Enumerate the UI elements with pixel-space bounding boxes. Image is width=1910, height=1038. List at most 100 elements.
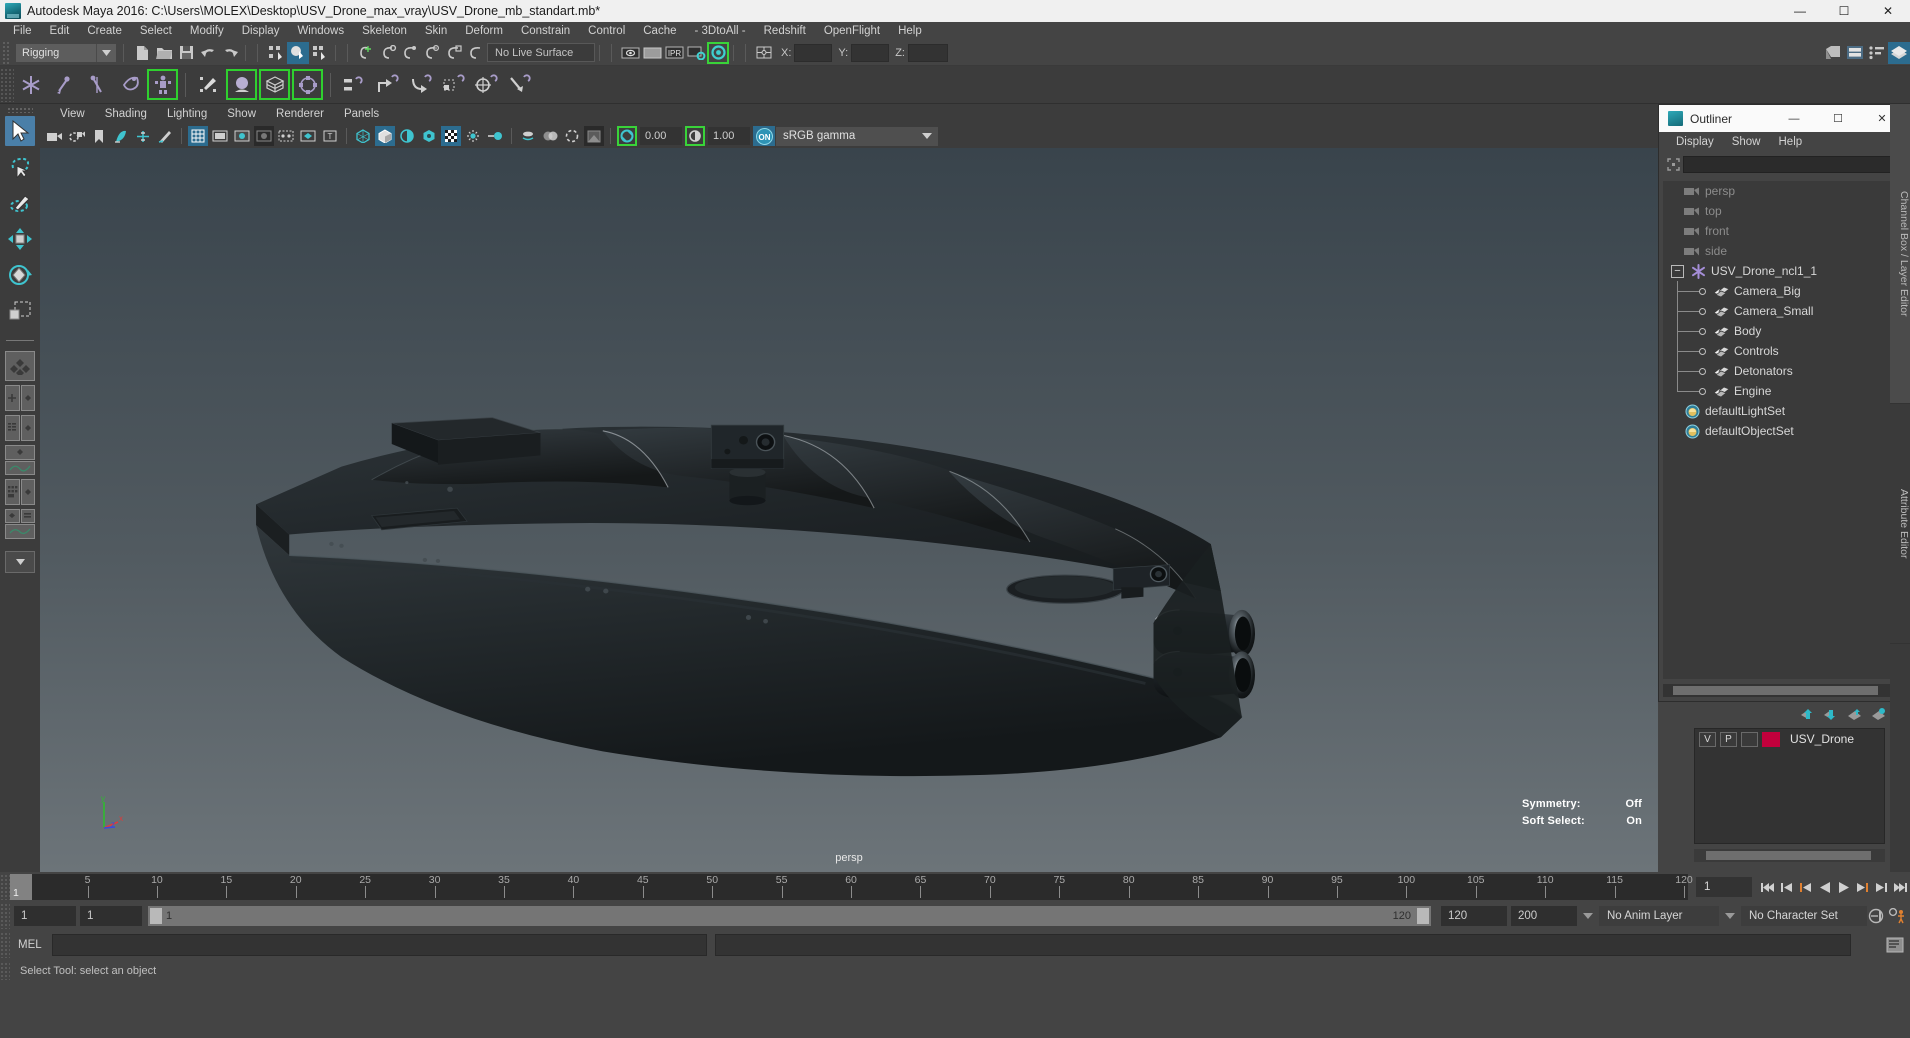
outliner-minimize-button[interactable]: —: [1772, 105, 1816, 132]
scale-tool[interactable]: [5, 296, 35, 326]
layer-hscroll-thumb[interactable]: [1706, 851, 1871, 860]
select-by-object-icon[interactable]: [287, 41, 309, 64]
viewport-3d[interactable]: y x z Symmetry: Off Soft Select: On pers…: [40, 148, 1658, 872]
rotate-tool[interactable]: [5, 260, 35, 290]
outliner-item-camera-small[interactable]: Camera_Small: [1663, 301, 1890, 321]
menu-file[interactable]: File: [4, 22, 41, 40]
go-to-end-icon[interactable]: [1891, 876, 1910, 898]
persp-graph-hypergraph-layout[interactable]: [5, 509, 35, 539]
tree-node-dot[interactable]: [1699, 387, 1706, 395]
outliner-menu-help[interactable]: Help: [1770, 136, 1812, 148]
anim-start-input[interactable]: 1: [80, 906, 142, 926]
command-language-label[interactable]: MEL: [10, 939, 52, 951]
menu-cache[interactable]: Cache: [634, 22, 685, 40]
exposure-icon[interactable]: [617, 126, 637, 146]
shadows-icon[interactable]: [441, 126, 461, 146]
anim-layer-dropdown-arrow[interactable]: [1577, 906, 1599, 926]
aim-constraint-icon[interactable]: [470, 69, 501, 100]
command-line-grip[interactable]: [0, 932, 10, 958]
tree-node-dot[interactable]: [1699, 347, 1706, 355]
render-view-icon[interactable]: [619, 42, 641, 64]
attribute-editor-toggle-icon[interactable]: [1866, 42, 1888, 64]
outliner-item-body[interactable]: Body: [1663, 321, 1890, 341]
outliner-item-detonators[interactable]: Detonators: [1663, 361, 1890, 381]
menu-skeleton[interactable]: Skeleton: [353, 22, 416, 40]
depth-of-field-icon[interactable]: [540, 126, 560, 146]
outliner-item-top[interactable]: top: [1663, 201, 1890, 221]
undo-icon[interactable]: [197, 42, 219, 64]
viewport-menu-lighting[interactable]: Lighting: [157, 108, 217, 120]
tool-settings-icon[interactable]: [1888, 41, 1910, 64]
lasso-select-tool[interactable]: [5, 152, 35, 182]
layer-list[interactable]: V P USV_Drone: [1694, 728, 1885, 844]
menuset-dropdown-arrow[interactable]: [96, 43, 116, 62]
view-transform-select[interactable]: sRGB gamma: [776, 126, 916, 146]
two-d-pan-zoom-icon[interactable]: [133, 126, 153, 146]
four-view-layout[interactable]: [5, 385, 35, 411]
exposure-input[interactable]: 0.00: [640, 127, 682, 145]
layout-quad-1[interactable]: [5, 385, 20, 411]
motion-blur-icon[interactable]: [485, 126, 505, 146]
ipr-render-icon[interactable]: IPR: [663, 42, 685, 64]
single-perspective-layout[interactable]: [5, 351, 35, 381]
snap-to-point-icon[interactable]: [399, 42, 421, 64]
outliner-expander[interactable]: −: [1671, 264, 1684, 278]
snap-to-grid-icon[interactable]: [355, 42, 377, 64]
transform-field-icon[interactable]: [753, 42, 775, 64]
paint-select-tool[interactable]: [5, 188, 35, 218]
layout-persp3[interactable]: [5, 509, 20, 523]
menu-windows[interactable]: Windows: [288, 22, 353, 40]
outliner-item-camera-big[interactable]: Camera_Big: [1663, 281, 1890, 301]
tree-node-dot[interactable]: [1699, 327, 1706, 335]
menu-openflight[interactable]: OpenFlight: [815, 22, 889, 40]
ik-rp-solver-icon[interactable]: [114, 69, 145, 100]
range-start-handle[interactable]: [150, 908, 162, 924]
toolbar-grip[interactable]: [2, 40, 10, 65]
move-layer-down-icon[interactable]: [1824, 708, 1839, 724]
outliner-item-usv-drone-ncl1-1[interactable]: − USV_Drone_ncl1_1: [1663, 261, 1890, 281]
outliner-menu-show[interactable]: Show: [1723, 136, 1770, 148]
persp-graph-layout[interactable]: [5, 445, 35, 475]
coord-z-input[interactable]: [907, 43, 948, 62]
tab-channel-box-layer-editor[interactable]: Channel Box / Layer Editor: [1890, 104, 1910, 404]
hypershade-persp-layout[interactable]: [5, 479, 35, 505]
layout-graph-bottom[interactable]: [5, 460, 35, 475]
play-forwards-icon[interactable]: [1834, 876, 1853, 898]
outliner-item-front[interactable]: front: [1663, 221, 1890, 241]
go-to-start-icon[interactable]: [1758, 876, 1777, 898]
outliner-item-persp[interactable]: persp: [1663, 181, 1890, 201]
menu-modify[interactable]: Modify: [181, 22, 233, 40]
animation-preferences-icon[interactable]: [1886, 905, 1910, 927]
gamma-icon[interactable]: [685, 126, 705, 146]
layer-visibility-toggle[interactable]: V: [1699, 731, 1716, 747]
save-scene-icon[interactable]: [175, 42, 197, 64]
use-all-lights-icon[interactable]: [419, 126, 439, 146]
anim-end-input[interactable]: 120: [1441, 906, 1507, 926]
layout-persp-top[interactable]: [5, 445, 35, 460]
outliner-hscroll-thumb[interactable]: [1673, 686, 1878, 695]
viewport-menu-shading[interactable]: Shading: [95, 108, 157, 120]
layer-editor-toggle-icon[interactable]: [1844, 42, 1866, 64]
menu-select[interactable]: Select: [131, 22, 181, 40]
tab-attribute-editor[interactable]: Attribute Editor: [1890, 404, 1910, 644]
live-surface-field[interactable]: No Live Surface: [487, 43, 595, 62]
menu-3dtoall[interactable]: - 3DtoAll -: [686, 22, 755, 40]
resolution-gate-icon[interactable]: [232, 126, 252, 146]
outliner-persp-layout[interactable]: [5, 415, 35, 441]
toolbox-more-button[interactable]: [5, 551, 35, 573]
viewport-menu-show[interactable]: Show: [217, 108, 266, 120]
multisample-aa-icon[interactable]: [518, 126, 538, 146]
toolbox-grip[interactable]: [7, 107, 33, 113]
time-slider-grip[interactable]: [0, 874, 10, 900]
bind-skin-icon[interactable]: [226, 69, 257, 100]
image-plane-icon[interactable]: [111, 126, 131, 146]
menu-skin[interactable]: Skin: [416, 22, 456, 40]
character-set-select[interactable]: No Character Set: [1741, 906, 1867, 926]
outliner-item-side[interactable]: side: [1663, 241, 1890, 261]
new-layer-from-selected-icon[interactable]: [1871, 708, 1887, 724]
redo-icon[interactable]: [219, 42, 241, 64]
command-input[interactable]: [51, 934, 707, 956]
new-scene-icon[interactable]: [131, 42, 153, 64]
channel-box-toggle-icon[interactable]: [1822, 42, 1844, 64]
viewport-menu-view[interactable]: View: [50, 108, 95, 120]
